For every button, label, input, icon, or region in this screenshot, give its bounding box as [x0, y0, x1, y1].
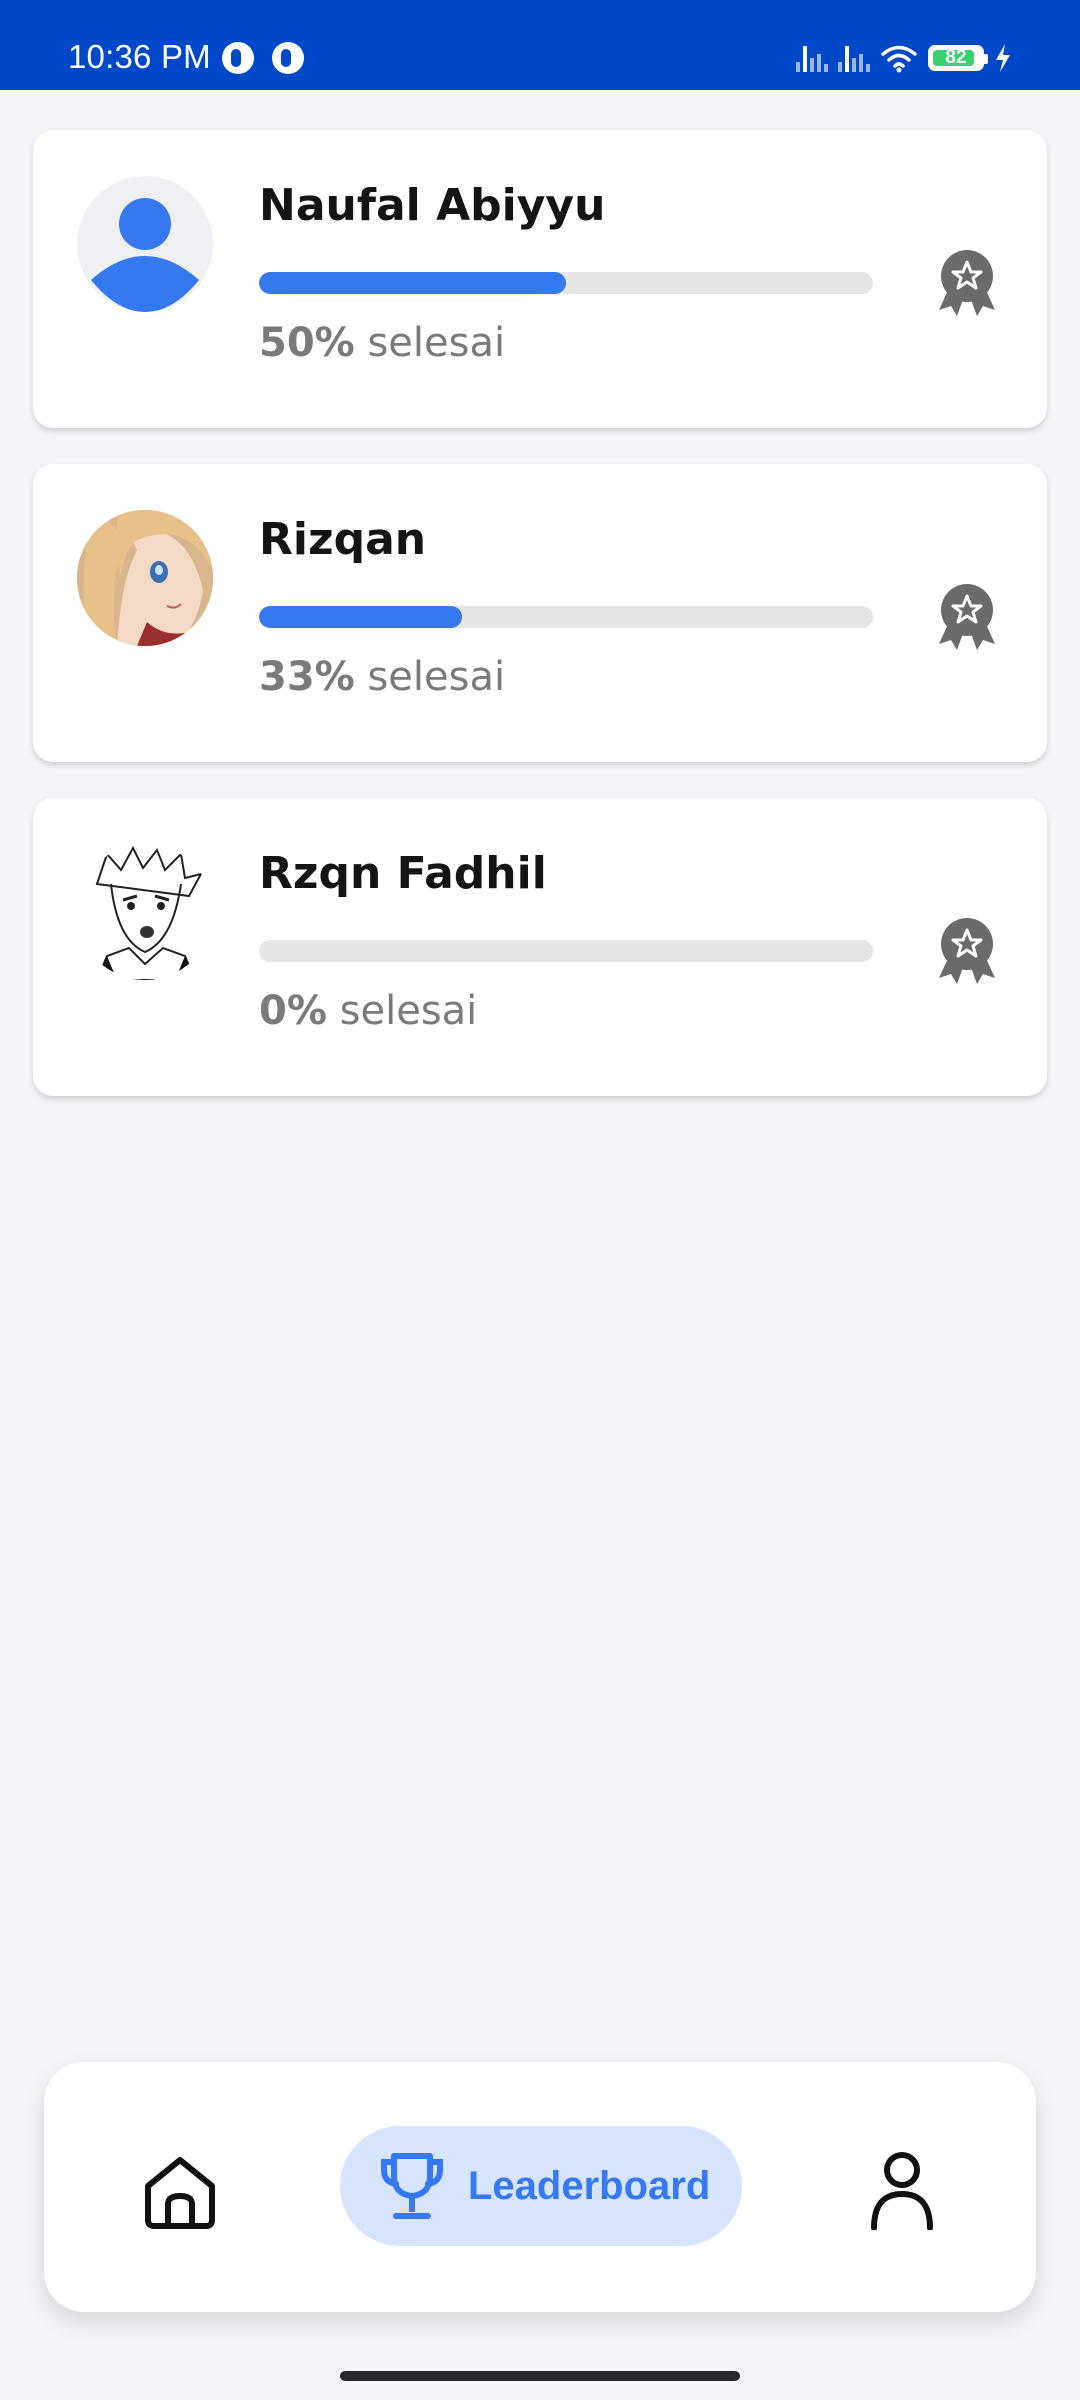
progress-percent: 33%: [259, 654, 355, 700]
wifi-icon: [881, 45, 917, 73]
leaderboard-card[interactable]: Rizqan 33% selesai: [33, 464, 1047, 762]
nav-leaderboard-button[interactable]: Leaderboard: [340, 2126, 742, 2246]
nav-leaderboard-label: Leaderboard: [468, 2163, 711, 2208]
signal-icon: [796, 44, 828, 72]
home-icon[interactable]: [140, 2152, 220, 2232]
charging-icon: [996, 44, 1010, 72]
status-bar: 10:36 PM 82: [0, 0, 1080, 90]
person-avatar-icon: [91, 198, 199, 312]
bottom-navigation: Leaderboard: [44, 2062, 1036, 2312]
award-badge-icon: [939, 250, 995, 316]
avatar: [77, 176, 213, 312]
battery-icon: 82: [928, 45, 988, 71]
signal-icon: [838, 44, 870, 72]
progress-suffix: selesai: [367, 654, 506, 700]
progress-fill: [259, 272, 566, 294]
progress-percent: 0%: [259, 988, 327, 1034]
leaderboard-card[interactable]: Rzqn Fadhil 0% selesai: [33, 798, 1047, 1096]
progress-fill: [259, 606, 462, 628]
award-badge-icon: [939, 918, 995, 984]
player-name: Naufal Abiyyu: [259, 180, 606, 231]
progress-bar: [259, 272, 873, 294]
player-name: Rizqan: [259, 514, 427, 565]
progress-label: 33% selesai: [259, 654, 505, 700]
leaderboard-card[interactable]: Naufal Abiyyu 50% selesai: [33, 130, 1047, 428]
progress-label: 0% selesai: [259, 988, 477, 1034]
avatar: [77, 510, 213, 646]
status-indicators: 82: [796, 40, 1012, 76]
person-icon[interactable]: [870, 2150, 934, 2230]
battery-level: 82: [945, 47, 967, 68]
trophy-icon: [381, 2153, 443, 2219]
progress-suffix: selesai: [367, 320, 506, 366]
progress-bar: [259, 606, 873, 628]
home-indicator[interactable]: [340, 2371, 740, 2381]
award-badge-icon: [939, 584, 995, 650]
player-name: Rzqn Fadhil: [259, 848, 547, 899]
progress-bar: [259, 940, 873, 962]
app-notification-icon: [272, 42, 304, 74]
progress-label: 50% selesai: [259, 320, 505, 366]
anime-avatar-image: [77, 510, 213, 646]
progress-suffix: selesai: [339, 988, 478, 1034]
avatar: [77, 844, 213, 980]
app-notification-icon: [222, 42, 254, 74]
status-time: 10:36 PM: [68, 38, 211, 75]
manga-avatar-image: [77, 844, 213, 980]
progress-percent: 50%: [259, 320, 355, 366]
